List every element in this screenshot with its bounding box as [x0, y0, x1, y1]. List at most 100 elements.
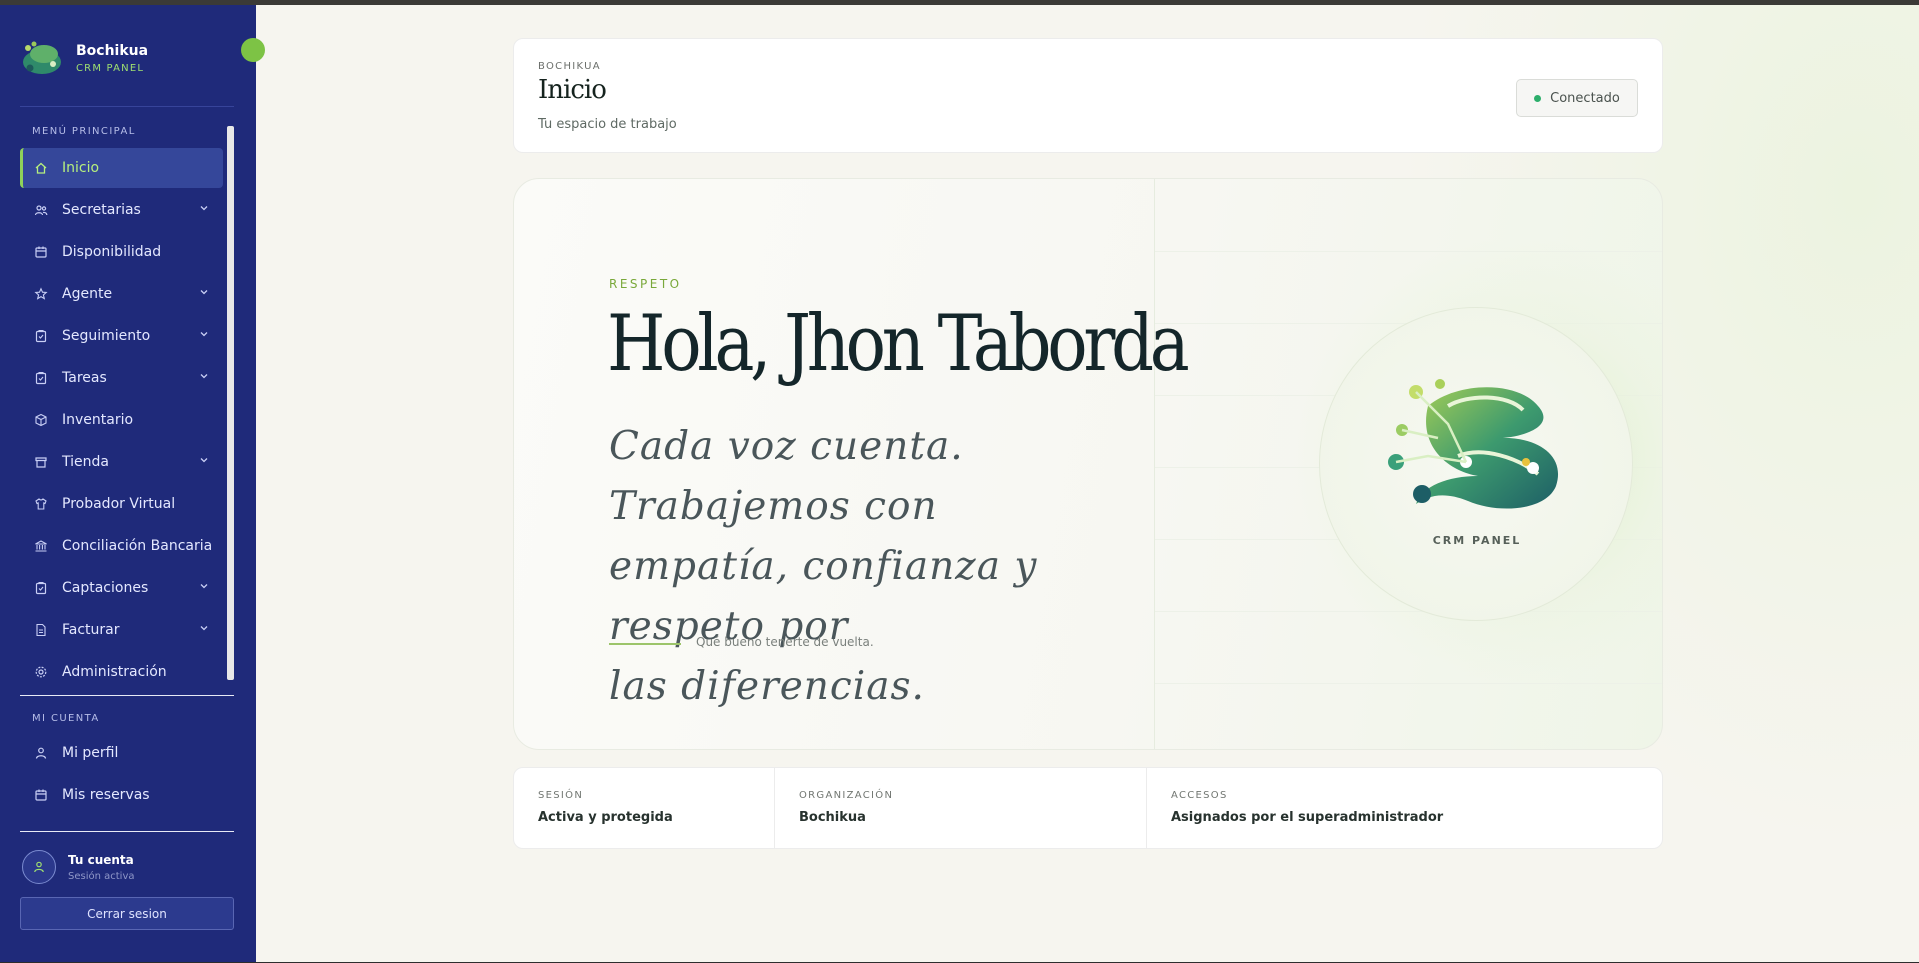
chevron-down-icon — [200, 332, 208, 337]
sidebar-item-tienda[interactable]: Tienda — [20, 442, 223, 482]
sidebar-item-label: Disponibilidad — [62, 244, 162, 260]
sidebar-item-disponibilidad[interactable]: Disponibilidad — [20, 232, 223, 272]
gear-icon — [34, 665, 48, 679]
brand-emblem-icon — [1388, 379, 1559, 509]
welcome-hero: RESPETO Hola, Jhon Taborda Cada voz cuen… — [513, 178, 1663, 750]
status-dot-icon — [1534, 94, 1542, 102]
info-value: Bochikua — [799, 810, 866, 825]
sidebar-item-inicio[interactable]: Inicio — [20, 148, 223, 188]
quote-line: Cada voz cuenta. Trabajemos con — [609, 424, 964, 529]
sidebar-item-tareas[interactable]: Tareas — [20, 358, 223, 398]
sidebar-scrollbar[interactable] — [227, 126, 234, 680]
sidebar-item-label: Agente — [62, 286, 113, 302]
avatar — [22, 850, 56, 884]
brand-emblem: CRM PANEL — [1319, 307, 1633, 621]
sidebar-item-mis-reservas[interactable]: Mis reservas — [20, 775, 223, 815]
info-key: ACCESOS — [1171, 790, 1228, 801]
star-icon — [34, 287, 48, 301]
info-key: ORGANIZACIÓN — [799, 790, 894, 801]
sidebar-collapse-button[interactable] — [241, 38, 265, 62]
sidebar-item-label: Captaciones — [62, 580, 149, 596]
info-item-session: SESIÓN Activa y protegida — [514, 768, 774, 848]
calendar-icon — [34, 788, 48, 802]
info-strip: SESIÓN Activa y protegida ORGANIZACIÓN B… — [513, 767, 1663, 849]
bank-icon — [34, 539, 48, 553]
box-icon — [34, 413, 48, 427]
quote-line: empatía, confianza y respeto por — [609, 544, 1038, 649]
sidebar-item-seguimiento[interactable]: Seguimiento — [20, 316, 223, 356]
shirt-icon — [34, 497, 48, 511]
sidebar-item-label: Seguimiento — [62, 328, 151, 344]
sidebar-item-label: Inicio — [62, 160, 100, 176]
emblem-caption: CRM PANEL — [1432, 534, 1522, 547]
account-name: Tu cuenta — [68, 852, 134, 867]
sidebar-item-label: Conciliación Bancaria — [62, 538, 213, 554]
welcome-note: Qué bueno tenerte de vuelta. — [696, 635, 874, 649]
sidebar-item-inventario[interactable]: Inventario — [20, 400, 223, 440]
page-title: Inicio — [538, 75, 607, 105]
accent-line — [609, 643, 681, 645]
home-icon — [34, 161, 48, 175]
sidebar-item-administracion[interactable]: Administración — [20, 652, 223, 692]
sidebar-item-mi-perfil[interactable]: Mi perfil — [20, 733, 223, 773]
divider — [20, 695, 234, 696]
chevron-down-icon — [200, 626, 208, 631]
header-kicker: BOCHIKUA — [538, 61, 601, 72]
account-summary[interactable]: Tu cuenta Sesión activa — [22, 850, 135, 884]
sidebar-item-facturar[interactable]: Facturar — [20, 610, 223, 650]
chevron-down-icon — [200, 584, 208, 589]
hero-quote: Cada voz cuenta. Trabajemos con empatía,… — [609, 417, 1169, 717]
sidebar-item-agente[interactable]: Agente — [20, 274, 223, 314]
user-icon — [34, 746, 48, 760]
sidebar-item-probador-virtual[interactable]: Probador Virtual — [20, 484, 223, 524]
user-icon — [34, 861, 44, 873]
sidebar-item-label: Administración — [62, 664, 167, 680]
clipboard-icon — [34, 581, 48, 595]
sidebar-item-label: Secretarias — [62, 202, 141, 218]
sidebar-item-conciliacion-bancaria[interactable]: Conciliación Bancaria — [20, 526, 223, 566]
sidebar: Bochikua CRM PANEL MENÚ PRINCIPAL Inicio… — [0, 0, 265, 963]
window-top-strip — [0, 0, 1919, 5]
info-value: Activa y protegida — [538, 810, 673, 825]
users-icon — [34, 203, 48, 217]
grid-line — [1155, 683, 1662, 684]
chevron-down-icon — [200, 290, 208, 295]
sidebar-item-label: Mi perfil — [62, 745, 119, 761]
status-text: Conectado — [1550, 90, 1620, 106]
brand-name: Bochikua — [76, 42, 149, 59]
logout-button[interactable]: Cerrar sesion — [20, 897, 234, 930]
greeting-title: Hola, Jhon Taborda — [607, 299, 1190, 389]
info-item-organization: ORGANIZACIÓN Bochikua — [774, 768, 1146, 848]
chevron-down-icon — [200, 458, 208, 463]
sidebar-item-label: Facturar — [62, 622, 120, 638]
sidebar-item-label: Tareas — [62, 370, 107, 386]
sidebar-item-label: Tienda — [62, 454, 109, 470]
sidebar-item-secretarias[interactable]: Secretarias — [20, 190, 223, 230]
clipboard-icon — [34, 371, 48, 385]
sidebar-item-label: Probador Virtual — [62, 496, 176, 512]
page-subtitle: Tu espacio de trabajo — [538, 117, 677, 132]
sidebar-item-label: Inventario — [62, 412, 134, 428]
info-value: Asignados por el superadministrador — [1171, 810, 1444, 825]
brand[interactable]: Bochikua CRM PANEL — [20, 38, 148, 78]
divider — [20, 831, 234, 832]
sidebar-item-label: Mis reservas — [62, 787, 150, 803]
quote-line: las diferencias. — [609, 664, 925, 709]
hero-kicker: RESPETO — [609, 277, 682, 291]
chevron-down-icon — [200, 374, 208, 379]
section-label-main: MENÚ PRINCIPAL — [32, 126, 136, 137]
divider — [20, 106, 234, 107]
account-status: Sesión activa — [68, 870, 135, 882]
info-item-access: ACCESOS Asignados por el superadministra… — [1146, 768, 1662, 848]
brand-logo-icon — [23, 41, 61, 74]
chevron-down-icon — [200, 206, 208, 211]
brand-subtitle: CRM PANEL — [76, 62, 145, 74]
calendar-icon — [34, 245, 48, 259]
section-label-account: MI CUENTA — [32, 713, 100, 724]
page-header: BOCHIKUA Inicio Tu espacio de trabajo Co… — [513, 38, 1663, 153]
document-icon — [34, 623, 48, 637]
clipboard-icon — [34, 329, 48, 343]
sidebar-item-captaciones[interactable]: Captaciones — [20, 568, 223, 608]
status-badge: Conectado — [1516, 79, 1638, 117]
store-icon — [34, 455, 48, 469]
